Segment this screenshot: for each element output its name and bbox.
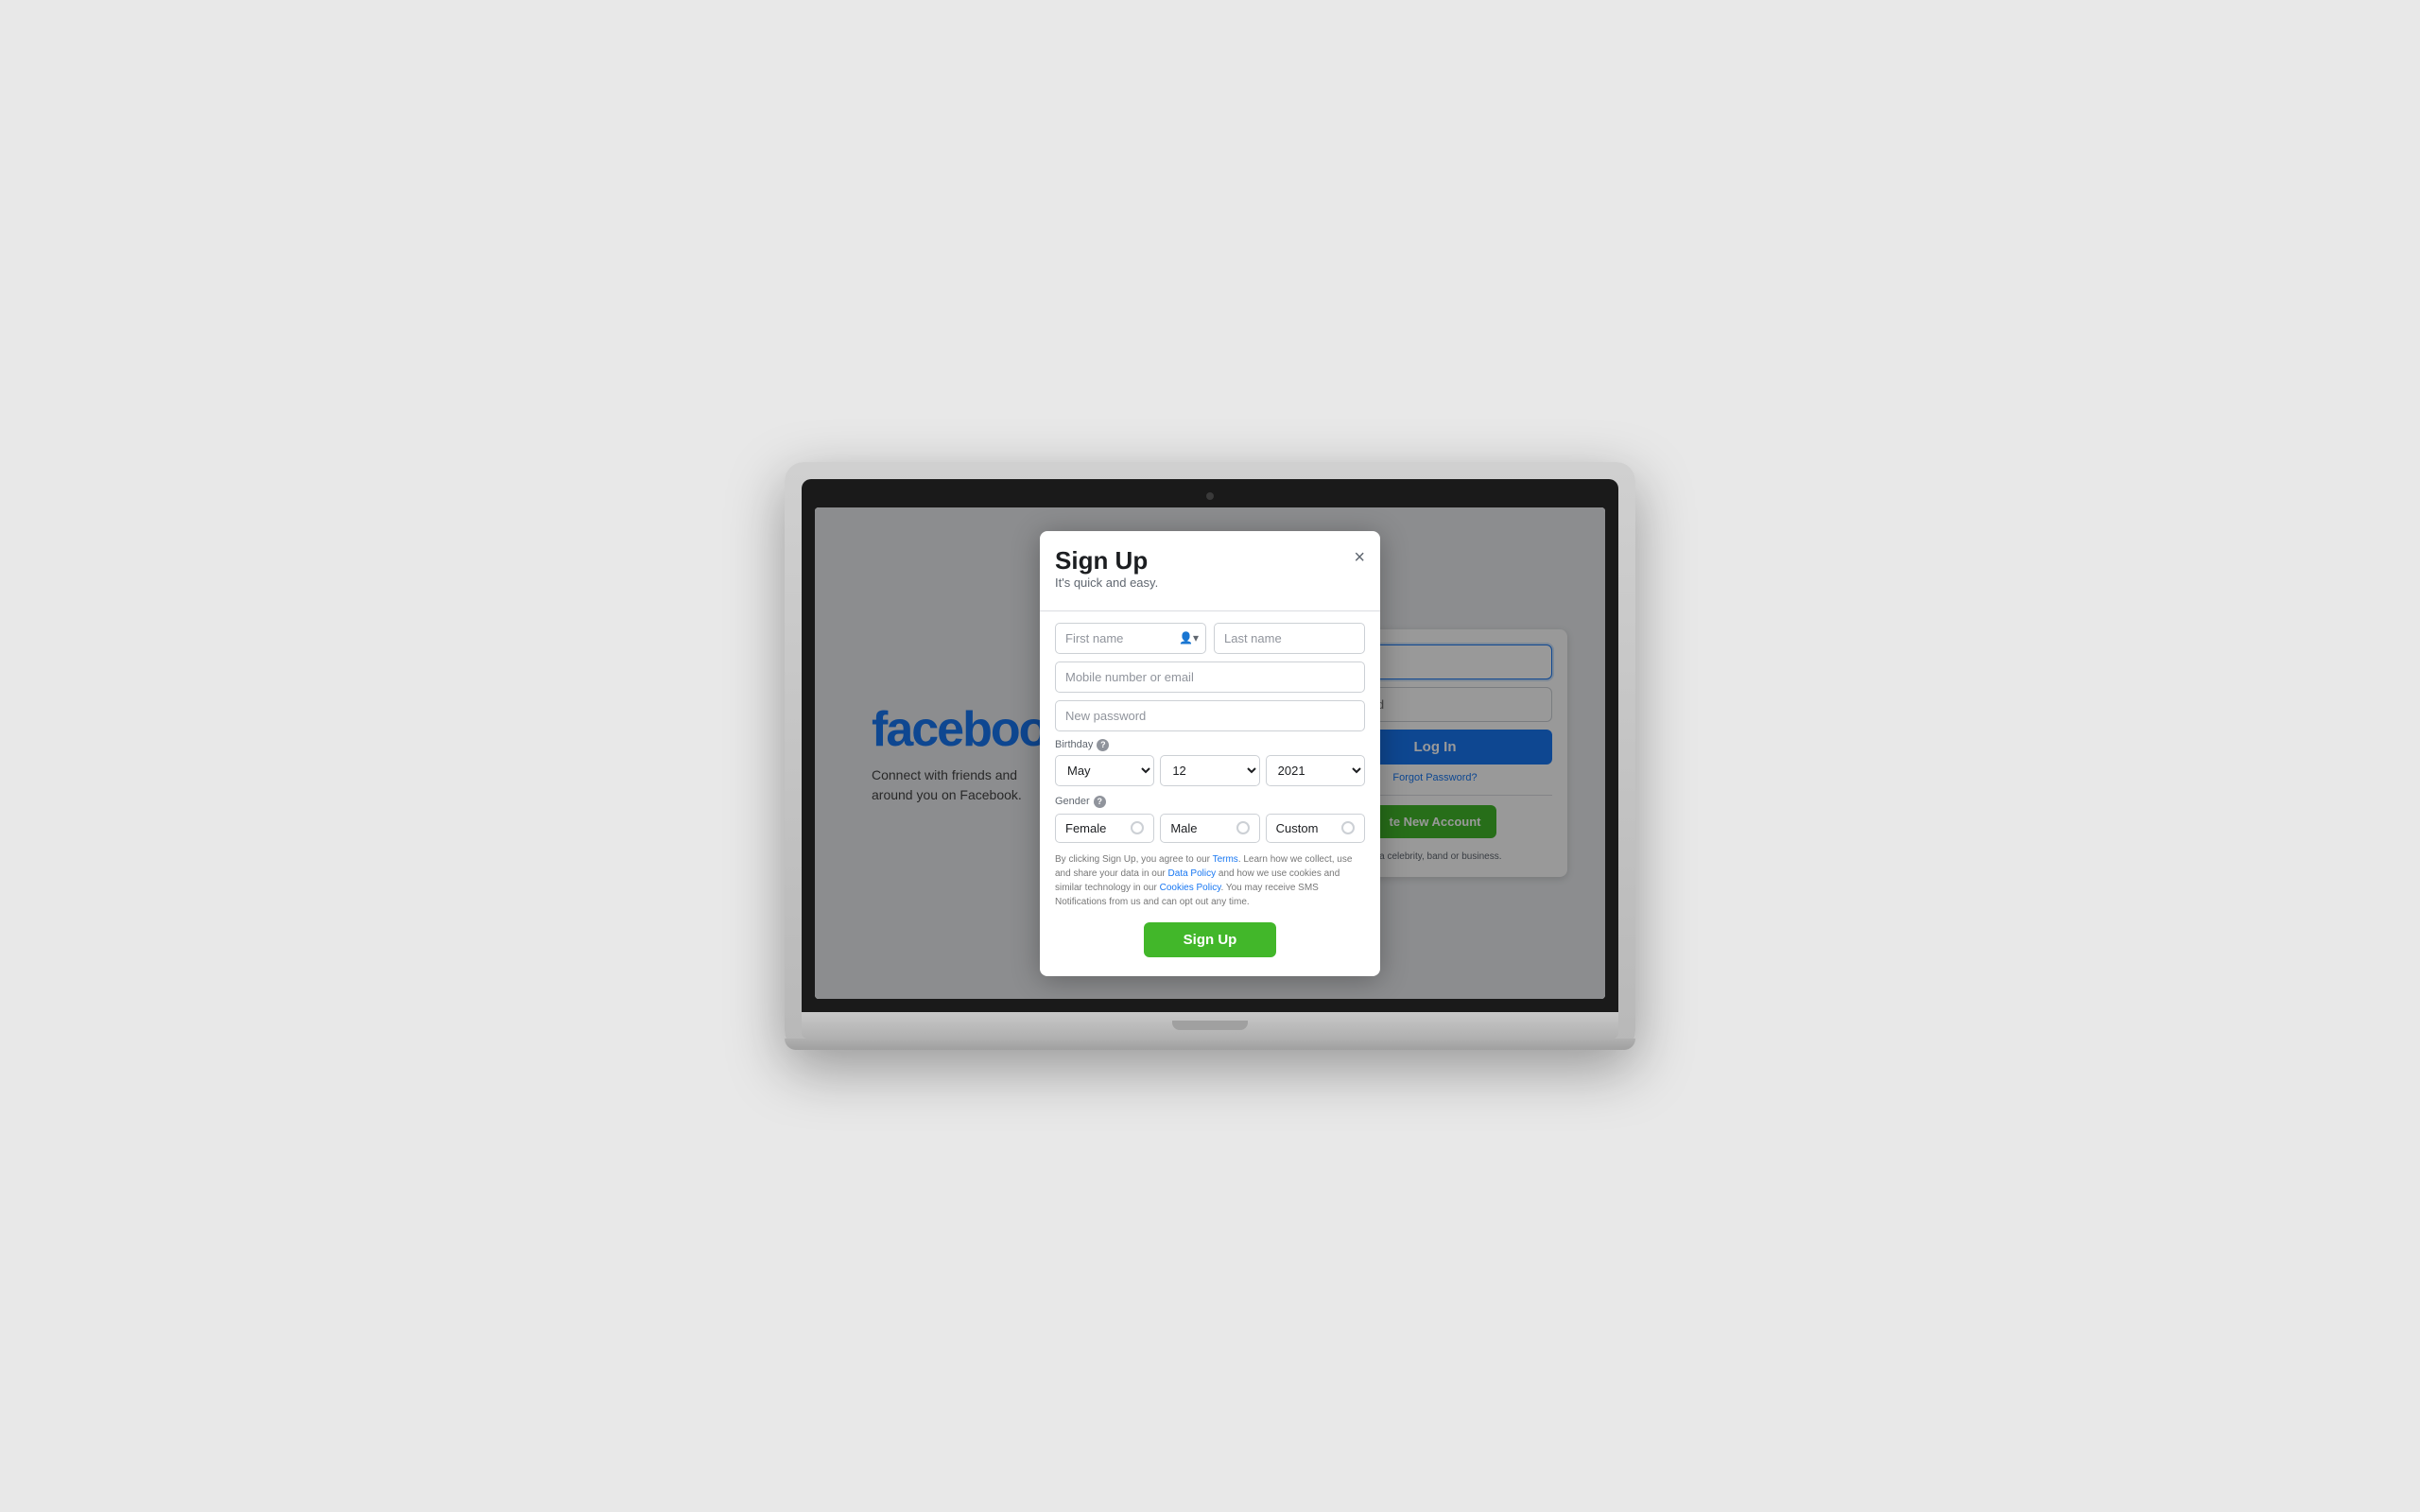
email-wrapper xyxy=(1055,662,1365,693)
terms-text-1: By clicking Sign Up, you agree to our xyxy=(1055,854,1213,865)
birthday-selects: JanFebMarApr MayJunJulAug SepOctNovDec 1… xyxy=(1055,755,1365,786)
screen: facebook Connect with friends and around… xyxy=(815,507,1605,999)
laptop-notch xyxy=(1172,1021,1248,1030)
birthday-label: Birthday ? xyxy=(1055,739,1365,751)
last-name-input[interactable] xyxy=(1214,623,1365,654)
terms-link[interactable]: Terms xyxy=(1213,854,1238,865)
gender-info-icon: ? xyxy=(1094,796,1106,808)
email-input[interactable] xyxy=(1055,662,1365,693)
modal-title-group: Sign Up It's quick and easy. xyxy=(1055,546,1158,601)
close-button[interactable]: × xyxy=(1354,548,1365,567)
gender-label: Gender ? xyxy=(1055,796,1365,808)
custom-label: Custom xyxy=(1276,821,1319,835)
gender-label-text: Gender xyxy=(1055,796,1090,807)
laptop-container: facebook Connect with friends and around… xyxy=(785,462,1635,1050)
modal-subtitle: It's quick and easy. xyxy=(1055,576,1158,590)
cookies-policy-link[interactable]: Cookies Policy xyxy=(1160,883,1221,893)
year-select[interactable]: 2019202020212022 xyxy=(1266,755,1365,786)
male-label: Male xyxy=(1170,821,1197,835)
birthday-info-icon: ? xyxy=(1097,739,1109,751)
name-row: 👤▾ xyxy=(1055,623,1365,654)
female-label: Female xyxy=(1065,821,1106,835)
first-name-wrapper: 👤▾ xyxy=(1055,623,1206,654)
gender-options: Female Male Custom xyxy=(1055,814,1365,843)
password-input[interactable] xyxy=(1055,700,1365,731)
camera xyxy=(1206,492,1214,500)
birthday-label-text: Birthday xyxy=(1055,739,1093,750)
name-icon: 👤▾ xyxy=(1179,631,1199,644)
signup-button[interactable]: Sign Up xyxy=(1144,922,1276,957)
modal-divider xyxy=(1040,610,1380,611)
female-radio xyxy=(1131,821,1144,834)
last-name-wrapper xyxy=(1214,623,1365,654)
data-policy-link[interactable]: Data Policy xyxy=(1168,868,1217,879)
modal-overlay: Sign Up It's quick and easy. × 👤▾ xyxy=(815,507,1605,999)
gender-male[interactable]: Male xyxy=(1160,814,1259,843)
custom-radio xyxy=(1341,821,1355,834)
modal-title: Sign Up xyxy=(1055,546,1158,576)
laptop-foot xyxy=(785,1039,1635,1050)
gender-female[interactable]: Female xyxy=(1055,814,1154,843)
day-select[interactable]: 12345 678910 11121314 1516171819 2021222… xyxy=(1160,755,1259,786)
male-radio xyxy=(1236,821,1250,834)
terms-text: By clicking Sign Up, you agree to our Te… xyxy=(1055,852,1365,909)
password-wrapper xyxy=(1055,700,1365,731)
signup-modal: Sign Up It's quick and easy. × 👤▾ xyxy=(1040,531,1380,976)
screen-bezel: facebook Connect with friends and around… xyxy=(802,479,1618,1012)
modal-header: Sign Up It's quick and easy. × xyxy=(1055,546,1365,601)
month-select[interactable]: JanFebMarApr MayJunJulAug SepOctNovDec xyxy=(1055,755,1154,786)
laptop-base xyxy=(802,1012,1618,1039)
gender-custom[interactable]: Custom xyxy=(1266,814,1365,843)
